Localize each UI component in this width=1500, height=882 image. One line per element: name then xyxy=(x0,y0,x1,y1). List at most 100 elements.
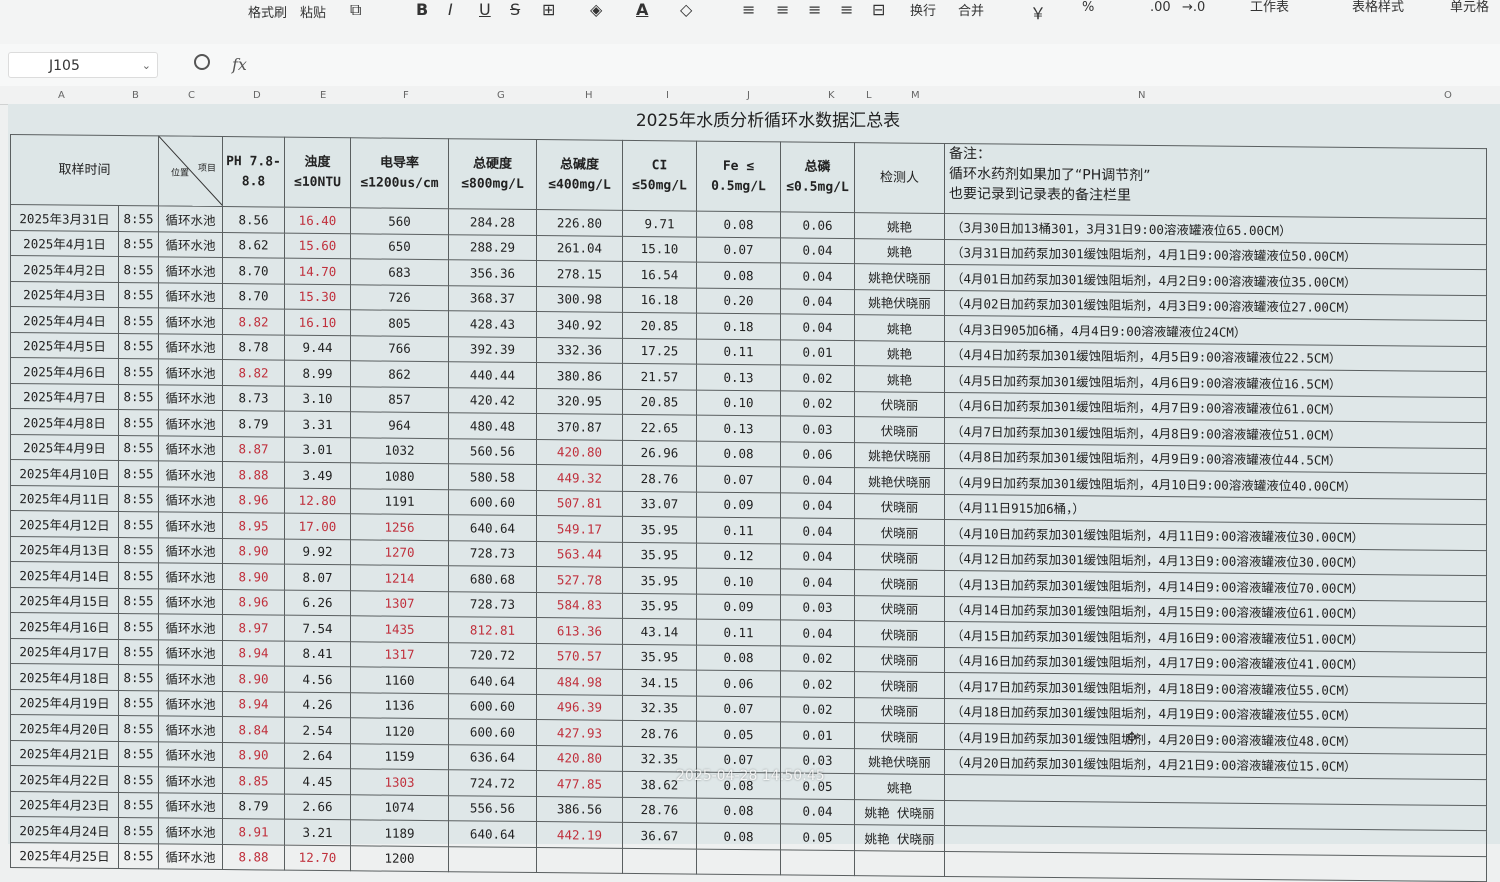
cell-time[interactable]: 8:55 xyxy=(118,690,159,716)
cell-conductivity[interactable]: 1214 xyxy=(350,564,449,592)
cell-date[interactable]: 2025年4月12日 xyxy=(10,510,119,538)
cell-alkalinity[interactable]: 340.92 xyxy=(536,311,623,338)
cell-alkalinity[interactable] xyxy=(536,847,623,874)
cell-turbidity[interactable]: 3.31 xyxy=(284,411,351,438)
cell-hardness[interactable]: 440.44 xyxy=(448,361,537,389)
cell-inspector[interactable]: 姚艳伏晓丽 xyxy=(854,748,945,775)
cell-location[interactable]: 循环水池 xyxy=(158,358,223,386)
cell-location[interactable]: 循环水池 xyxy=(158,613,223,641)
cell-time[interactable]: 8:55 xyxy=(118,282,159,308)
cell-date[interactable]: 2025年4月17日 xyxy=(10,638,119,665)
cell-iron[interactable]: 0.08 xyxy=(696,211,781,238)
cell-inspector[interactable]: 伏晓丽 xyxy=(854,493,945,520)
cell-hardness[interactable]: 680.68 xyxy=(448,565,537,593)
cell-chloride[interactable]: 28.76 xyxy=(622,796,697,824)
cell-time[interactable]: 8:55 xyxy=(118,358,159,385)
cell-time[interactable]: 8:55 xyxy=(118,588,159,614)
header-ph[interactable]: PH 7.8-8.8 xyxy=(222,136,285,208)
cell-time[interactable]: 8:55 xyxy=(118,562,159,589)
number-format-icon[interactable]: ￥ xyxy=(1030,0,1046,24)
cell-iron[interactable]: 0.09 xyxy=(696,491,781,518)
cell-chloride[interactable]: 35.95 xyxy=(622,541,697,569)
cell-date[interactable]: 2025年4月16日 xyxy=(10,612,119,640)
cell-location[interactable]: 循环水池 xyxy=(158,588,223,615)
cell-ph[interactable]: 8.82 xyxy=(222,308,285,335)
cell-alkalinity[interactable]: 613.36 xyxy=(536,617,623,644)
cell-hardness[interactable]: 556.56 xyxy=(448,795,537,822)
cell-alkalinity[interactable]: 496.39 xyxy=(536,694,623,721)
cell-time[interactable]: 8:55 xyxy=(118,817,159,844)
cell-location[interactable]: 循环水池 xyxy=(158,843,223,870)
cell-inspector[interactable]: 姚艳 伏晓丽 xyxy=(854,824,945,851)
paste-button[interactable]: 粘贴 xyxy=(300,2,326,21)
format-painter-button[interactable]: 格式刷 xyxy=(248,2,287,21)
cell-ph[interactable]: 8.88 xyxy=(222,844,285,871)
header-note[interactable]: 备注： 循环水药剂如果加了“PH调节剂” 也要记录到记录表的备注栏里 xyxy=(944,143,1487,219)
cell-location[interactable]: 循环水池 xyxy=(158,435,223,462)
cell-location[interactable]: 循环水池 xyxy=(158,282,223,309)
cell-alkalinity[interactable]: 386.56 xyxy=(536,796,623,823)
cell-chloride[interactable]: 36.67 xyxy=(622,822,697,849)
cell-ph[interactable]: 8.90 xyxy=(222,742,285,769)
cell-phosphorus[interactable]: 0.04 xyxy=(780,619,855,647)
cell-conductivity[interactable]: 1189 xyxy=(350,819,449,847)
cell-date[interactable]: 2025年3月31日 xyxy=(10,204,119,232)
cell-ph[interactable]: 8.62 xyxy=(222,232,285,259)
cell-chloride[interactable]: 35.95 xyxy=(622,592,697,620)
header-item-location[interactable]: 项目 位置 xyxy=(158,135,223,207)
cell-conductivity[interactable]: 560 xyxy=(350,207,449,235)
cell-inspector[interactable]: 姚艳伏晓丽 xyxy=(854,263,945,290)
cell-hardness[interactable]: 420.42 xyxy=(448,387,537,414)
cell-time[interactable]: 8:55 xyxy=(118,205,159,232)
header-iron[interactable]: Fe ≤ 0.5mg/L xyxy=(696,141,781,212)
cell-alkalinity[interactable]: 278.15 xyxy=(536,260,623,287)
cell-location[interactable]: 循环水池 xyxy=(158,231,223,258)
cell-chloride[interactable]: 34.15 xyxy=(622,669,697,696)
cell-iron[interactable] xyxy=(696,848,781,875)
cell-hardness[interactable]: 636.64 xyxy=(448,744,537,771)
cell-phosphorus[interactable]: 0.04 xyxy=(780,517,855,545)
cell-time[interactable]: 8:55 xyxy=(118,486,159,512)
cell-chloride[interactable]: 28.76 xyxy=(622,465,697,492)
cell-phosphorus[interactable]: 0.04 xyxy=(780,466,855,494)
cell-conductivity[interactable]: 650 xyxy=(350,233,449,260)
cell-chloride[interactable]: 35.95 xyxy=(622,567,697,594)
cell-turbidity[interactable]: 8.99 xyxy=(284,360,351,387)
cell-ph[interactable]: 8.91 xyxy=(222,818,285,845)
cell-name-box[interactable]: J105 ⌄ xyxy=(8,52,158,78)
cell-conductivity[interactable]: 1303 xyxy=(350,768,449,796)
cell-inspector[interactable]: 姚艳 xyxy=(854,314,945,341)
cell-conductivity[interactable]: 1435 xyxy=(350,615,449,643)
cell-conductivity[interactable]: 766 xyxy=(350,335,449,362)
cell-conductivity[interactable]: 1159 xyxy=(350,743,449,770)
cell-ph[interactable]: 8.87 xyxy=(222,436,285,463)
fx-icon[interactable]: fx xyxy=(232,55,247,74)
fill-color-icon[interactable]: ◈ xyxy=(590,0,602,19)
cell-inspector[interactable]: 伏晓丽 xyxy=(854,697,945,724)
cell-turbidity[interactable]: 3.49 xyxy=(284,462,351,489)
cell-alkalinity[interactable]: 527.78 xyxy=(536,566,623,593)
cell-hardness[interactable]: 560.56 xyxy=(448,438,537,465)
cell-hardness[interactable]: 640.64 xyxy=(448,667,537,695)
cell-turbidity[interactable]: 6.26 xyxy=(284,589,351,616)
column-header-k[interactable]: K xyxy=(828,90,835,101)
cell-hardness[interactable]: 720.72 xyxy=(448,642,537,669)
cell-date[interactable]: 2025年4月25日 xyxy=(10,842,119,869)
cell-conductivity[interactable]: 862 xyxy=(350,360,449,388)
cell-turbidity[interactable]: 14.70 xyxy=(284,258,351,285)
cell-alkalinity[interactable]: 300.98 xyxy=(536,286,623,313)
cell-phosphorus[interactable]: 0.02 xyxy=(780,390,855,417)
eraser-icon[interactable]: ◇ xyxy=(680,0,692,19)
cell-alkalinity[interactable]: 427.93 xyxy=(536,719,623,746)
cell-alkalinity[interactable]: 570.57 xyxy=(536,643,623,670)
cell-phosphorus[interactable]: 0.01 xyxy=(780,721,855,749)
cell-turbidity[interactable]: 2.64 xyxy=(284,742,351,769)
underline-button[interactable]: U xyxy=(479,0,491,19)
cell-conductivity[interactable]: 726 xyxy=(350,284,449,311)
cell-turbidity[interactable]: 12.70 xyxy=(284,844,351,871)
cell-iron[interactable]: 0.13 xyxy=(696,415,781,442)
cell-ph[interactable]: 8.90 xyxy=(222,538,285,565)
cell-hardness[interactable]: 284.28 xyxy=(448,208,537,236)
cell-turbidity[interactable]: 3.21 xyxy=(284,819,351,846)
cell-iron[interactable]: 0.07 xyxy=(696,466,781,493)
